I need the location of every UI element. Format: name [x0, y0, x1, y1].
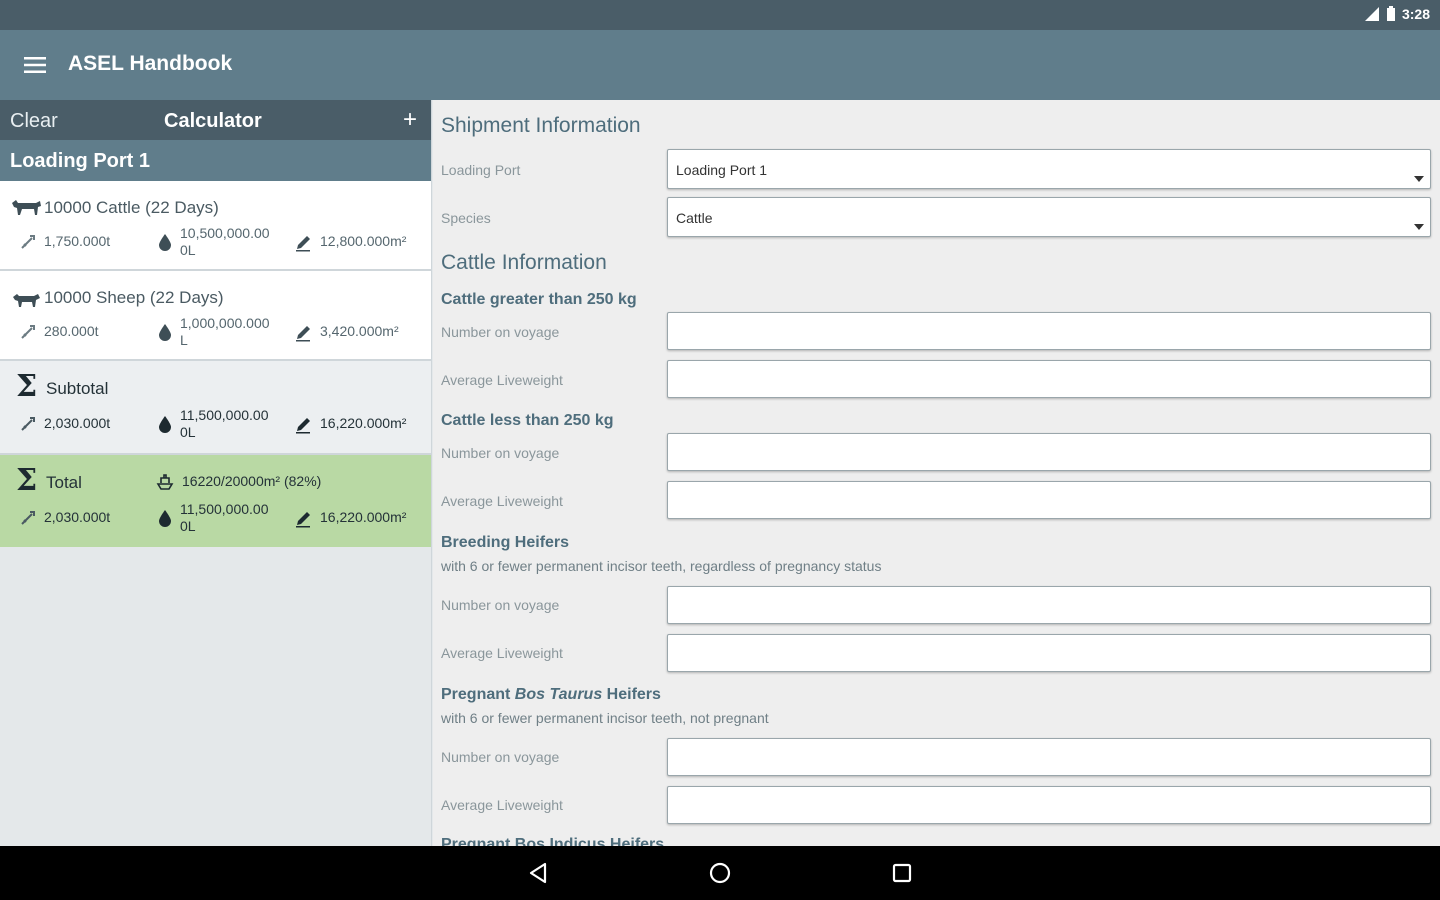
dropdown-arrow-icon	[1414, 224, 1424, 230]
cattle-over-250-weight-input[interactable]	[667, 360, 1431, 398]
menu-button[interactable]	[20, 52, 50, 78]
home-icon[interactable]	[707, 860, 733, 886]
average-liveweight-label: Average Liveweight	[441, 493, 563, 509]
loading-port-value: Loading Port 1	[676, 162, 768, 178]
number-on-voyage-label: Number on voyage	[441, 324, 560, 340]
app-title: ASEL Handbook	[68, 52, 233, 75]
status-bar: 3:28	[0, 0, 1440, 30]
status-time: 3:28	[1401, 6, 1430, 22]
signal-icon	[1364, 7, 1379, 21]
average-liveweight-label: Average Liveweight	[441, 645, 563, 661]
total-feed: 2,030.000t	[20, 509, 110, 526]
cattle-under-250-number-input[interactable]	[667, 433, 1431, 471]
water-drop-icon	[159, 234, 171, 251]
sheep-icon	[13, 294, 40, 307]
battery-icon	[1386, 6, 1395, 21]
total-water: 11,500,000.00 0L	[158, 501, 269, 535]
average-liveweight-label: Average Liveweight	[441, 797, 563, 813]
cattle-area: 12,800.000m²	[294, 233, 406, 252]
breeding-heifers-weight-input[interactable]	[667, 634, 1431, 672]
total-area: 16,220.000m²	[294, 509, 406, 528]
number-on-voyage-label: Number on voyage	[441, 749, 560, 765]
total-row: Σ Total 16220/20000m² (82%) 2,030.000t 1…	[0, 455, 431, 547]
feed-icon	[21, 235, 35, 249]
app-bar: ASEL Handbook	[0, 30, 1440, 100]
menu-icon	[24, 57, 46, 73]
number-on-voyage-label: Number on voyage	[441, 445, 560, 461]
cattle-row[interactable]: 10000 Cattle (22 Days) 1,750.000t 10,500…	[0, 181, 431, 271]
ship-icon	[156, 474, 174, 490]
subtotal-row: Σ Subtotal 2,030.000t 11,500,000.00 0L 1…	[0, 361, 431, 455]
cattle-icon	[12, 200, 41, 215]
calculator-title: Calculator	[164, 110, 262, 132]
subtotal-water: 11,500,000.00 0L	[158, 407, 269, 441]
group-note: with 6 or fewer permanent incisor teeth,…	[441, 558, 882, 574]
cattle-info-title: Cattle Information	[441, 251, 607, 274]
subtotal-area: 16,220.000m²	[294, 415, 406, 434]
cattle-water: 10,500,000.00 0L	[158, 225, 270, 259]
sheep-row-title: 10000 Sheep (22 Days)	[44, 288, 224, 307]
pencil-icon	[296, 512, 310, 528]
loading-port-select[interactable]: Loading Port 1	[667, 149, 1431, 189]
navigation-bar	[0, 846, 1440, 900]
species-select[interactable]: Cattle	[667, 197, 1431, 237]
shipment-form: Shipment Information Loading Port Loadin…	[433, 100, 1440, 846]
water-drop-icon	[159, 324, 171, 341]
breeding-heifers-number-input[interactable]	[667, 586, 1431, 624]
sheep-area: 3,420.000m²	[294, 323, 399, 342]
loading-port-header: Loading Port 1	[0, 140, 431, 181]
taurus-heifers-number-input[interactable]	[667, 738, 1431, 776]
average-liveweight-label: Average Liveweight	[441, 372, 563, 388]
species-label: Species	[441, 210, 491, 226]
shipment-info-title: Shipment Information	[441, 114, 641, 137]
number-on-voyage-label: Number on voyage	[441, 597, 560, 613]
status-icons: 3:28	[1364, 6, 1430, 22]
dropdown-arrow-icon	[1414, 176, 1424, 182]
calculator-header: Clear Calculator +	[0, 100, 431, 140]
group-title: Cattle greater than 250 kg	[441, 291, 637, 308]
cattle-over-250-number-input[interactable]	[667, 312, 1431, 350]
group-title: Pregnant Bos Taurus Heifers	[441, 686, 661, 703]
group-title: Pregnant Bos Indicus Heifers	[441, 836, 665, 846]
pencil-icon	[296, 418, 310, 434]
sigma-icon: Σ	[16, 369, 38, 404]
recents-icon[interactable]	[889, 860, 915, 886]
species-value: Cattle	[676, 210, 713, 226]
sigma-icon: Σ	[16, 463, 38, 498]
subtotal-title: Subtotal	[46, 379, 109, 398]
loading-port-label: Loading Port	[441, 162, 521, 178]
feed-icon	[21, 511, 35, 525]
sheep-feed: 280.000t	[20, 323, 99, 340]
group-title: Breeding Heifers	[441, 534, 570, 551]
cattle-under-250-weight-input[interactable]	[667, 481, 1431, 519]
group-note: with 6 or fewer permanent incisor teeth,…	[441, 710, 769, 726]
calculator-panel: Clear Calculator + Loading Port 1 10000 …	[0, 100, 432, 846]
water-drop-icon	[159, 510, 171, 527]
clear-button[interactable]: Clear	[10, 110, 58, 133]
feed-icon	[21, 417, 35, 431]
taurus-heifers-weight-input[interactable]	[667, 786, 1431, 824]
pencil-icon	[296, 326, 310, 342]
total-title: Total	[46, 473, 82, 492]
total-capacity: 16220/20000m² (82%)	[156, 473, 321, 490]
feed-icon	[21, 325, 35, 339]
subtotal-feed: 2,030.000t	[20, 415, 110, 432]
water-drop-icon	[159, 416, 171, 433]
add-button[interactable]: +	[403, 106, 417, 134]
back-icon[interactable]	[526, 860, 552, 886]
sheep-water: 1,000,000.000 L	[158, 315, 270, 349]
sheep-row[interactable]: 10000 Sheep (22 Days) 280.000t 1,000,000…	[0, 271, 431, 361]
group-title: Cattle less than 250 kg	[441, 412, 614, 429]
cattle-row-title: 10000 Cattle (22 Days)	[44, 198, 219, 217]
pencil-icon	[296, 236, 310, 252]
cattle-feed: 1,750.000t	[20, 233, 110, 250]
